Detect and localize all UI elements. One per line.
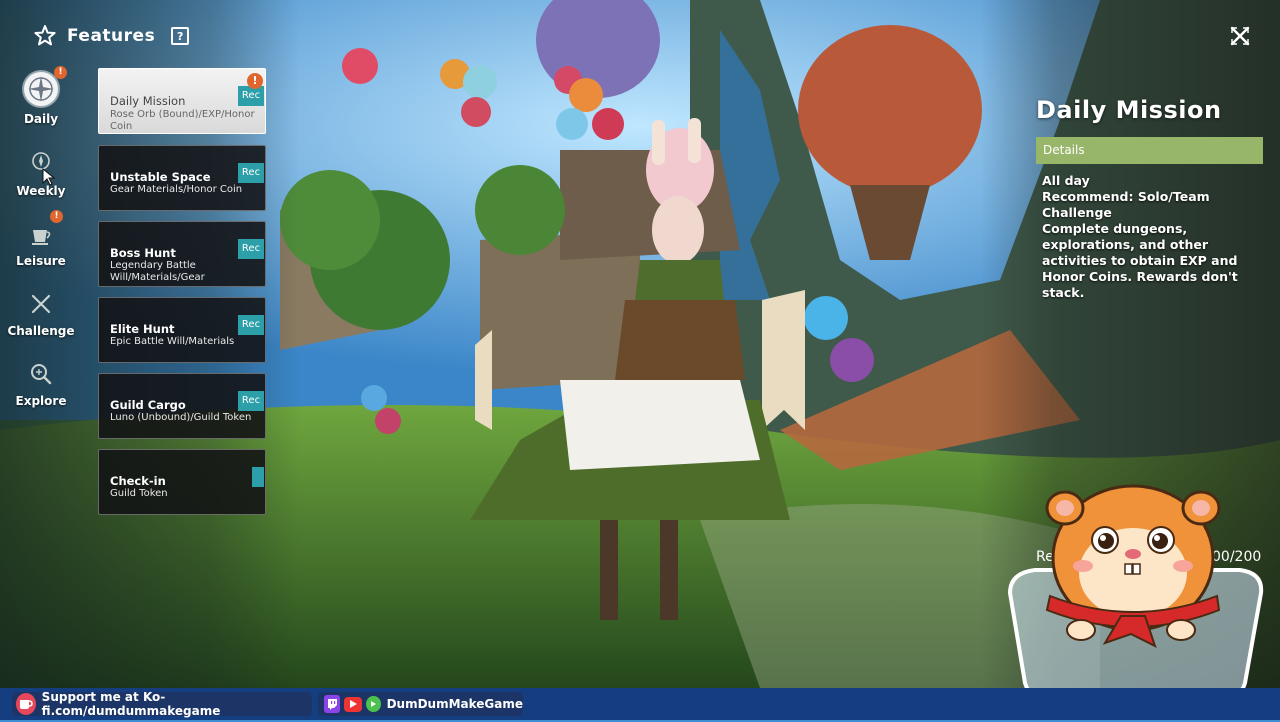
mission-reward: Epic Battle Will/Materials [110, 336, 235, 347]
details-section-header: Details [1036, 137, 1263, 164]
detail-type: Challenge [1042, 205, 1112, 220]
close-button[interactable] [1228, 24, 1252, 48]
features-header: Features ? [33, 24, 190, 48]
mission-reward: Luno (Unbound)/Guild Token [110, 412, 252, 423]
detail-text: Complete dungeons, explorations, and oth… [1042, 221, 1238, 300]
nav-leisure-alert-icon: ! [50, 210, 63, 223]
mission-card-elite-hunt[interactable]: Elite Hunt Epic Battle Will/Materials Re… [98, 297, 266, 363]
mission-card-unstable-space[interactable]: Unstable Space Gear Materials/Honor Coin… [98, 145, 266, 211]
detail-time: All day [1042, 173, 1090, 188]
cup-icon: ! [24, 210, 63, 252]
nav-label-leisure: Leisure [16, 254, 66, 268]
rec-badge: Rec [238, 86, 264, 106]
nav-item-daily[interactable]: ! Daily [0, 66, 82, 126]
mission-reward: Rose Orb (Bound)/EXP/Honor Coin [110, 109, 255, 132]
mission-card-boss-hunt[interactable]: Boss Hunt Legendary Battle Will/Material… [98, 221, 266, 287]
magnifier-icon [24, 358, 58, 392]
rec-badge [252, 467, 264, 487]
nav-daily-alert-icon: ! [54, 66, 67, 79]
mission-reward: Guild Token [110, 488, 168, 499]
rec-badge: Rec [238, 163, 264, 183]
mission-reward: Legendary Battle Will/Materials/Gear [110, 260, 205, 283]
nav-label-weekly: Weekly [16, 184, 66, 198]
mission-card-guild-cargo[interactable]: Guild Cargo Luno (Unbound)/Guild Token R… [98, 373, 266, 439]
mission-name: Unstable Space [110, 170, 211, 184]
mission-name: Daily Mission [110, 94, 186, 108]
detail-title: Daily Mission [1036, 96, 1222, 124]
nav-label-daily: Daily [23, 112, 59, 126]
detail-recommend: Recommend: Solo/Team [1042, 189, 1210, 204]
rec-badge: Rec [238, 391, 264, 411]
rec-badge: Rec [238, 239, 264, 259]
mission-name: Check-in [110, 474, 166, 488]
channel-name: DumDumMakeGame [386, 697, 524, 711]
nav-label-challenge: Challenge [7, 324, 75, 338]
mission-card-check-in[interactable]: Check-in Guild Token [98, 449, 266, 515]
mission-name: Guild Cargo [110, 398, 186, 412]
stream-footer-bar: Support me at Ko-fi.com/dumdummakegame D… [0, 688, 1280, 720]
mission-reward: Gear Materials/Honor Coin [110, 184, 243, 195]
kofi-support-pill[interactable]: Support me at Ko-fi.com/dumdummakegame [12, 690, 312, 718]
kofi-icon [16, 693, 36, 715]
compass-icon: ! [24, 66, 67, 106]
help-icon[interactable]: ? [171, 27, 190, 45]
mission-name: Boss Hunt [110, 246, 176, 260]
mission-name: Elite Hunt [110, 322, 175, 336]
nav-item-explore[interactable]: Explore [0, 358, 82, 408]
mission-card-daily-mission[interactable]: Daily Mission Rose Orb (Bound)/EXP/Honor… [98, 68, 266, 134]
mouse-cursor-icon [42, 168, 56, 186]
rumble-icon [366, 696, 381, 712]
close-icon [1230, 26, 1250, 46]
hamster-mascot-overlay [1005, 478, 1265, 721]
channel-pill[interactable]: DumDumMakeGame [318, 692, 523, 716]
mission-alert-icon: ! [247, 73, 263, 89]
star-icon [34, 25, 56, 46]
nav-item-leisure[interactable]: ! Leisure [0, 210, 82, 268]
detail-description: All day Recommend: Solo/Team Challenge C… [1042, 173, 1268, 301]
support-text: Support me at Ko-fi.com/dumdummakegame [41, 690, 221, 718]
hamster-mascot-image [1007, 484, 1264, 721]
weekly-icon [24, 148, 58, 186]
nav-item-challenge[interactable]: Challenge [0, 288, 82, 338]
crossed-swords-icon [24, 288, 58, 322]
page-title: Features [67, 26, 156, 46]
nav-label-explore: Explore [15, 394, 67, 408]
twitch-icon [324, 695, 341, 713]
nav-item-weekly[interactable]: Weekly [0, 148, 82, 198]
youtube-icon [344, 696, 363, 712]
rec-badge: Rec [238, 315, 264, 335]
